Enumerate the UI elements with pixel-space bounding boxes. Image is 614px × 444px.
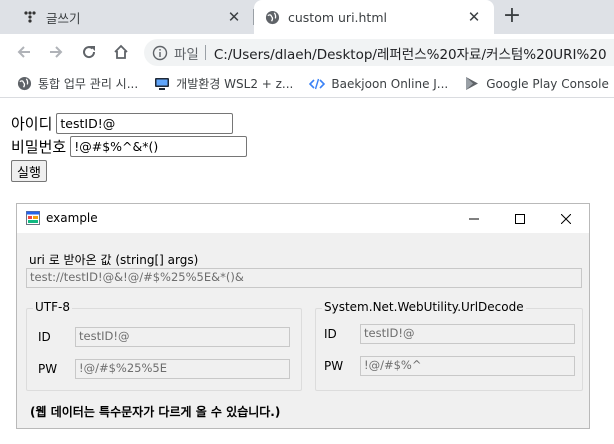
app-window-icon: [26, 211, 40, 225]
bookmarks-bar: 통합 업무 관리 시... 개발환경 WSL2 + z... Baekjoon …: [0, 70, 614, 98]
decode-pw-label: PW: [324, 359, 344, 373]
page-content: 아이디 비밀번호 실행 example uri 로 받아온 값 (string[…: [0, 99, 614, 444]
bookmark-label: Baekjoon Online J...: [331, 76, 449, 91]
tab-strip: 글쓰기 ✕ custom uri.html ✕ +: [0, 0, 614, 34]
info-icon[interactable]: [152, 45, 168, 61]
bookmark-item[interactable]: 개발환경 WSL2 + z...: [154, 75, 293, 92]
tab-title: 글쓰기: [46, 10, 81, 26]
minimize-icon[interactable]: [451, 204, 497, 233]
uri-value-field[interactable]: test://testID!@&!@/#$%25%5E&*()&: [26, 268, 582, 288]
tab-title: custom uri.html: [288, 9, 387, 25]
decode-id-field[interactable]: testID!@: [360, 324, 575, 344]
close-icon[interactable]: [543, 204, 589, 233]
dots-logo-icon: [22, 9, 38, 25]
urldecode-group-title: System.Net.WebUtility.UrlDecode: [322, 300, 526, 314]
home-icon[interactable]: [109, 40, 133, 64]
reload-icon[interactable]: [77, 40, 101, 64]
browser-toolbar: 파일 C:/Users/dlaeh/Desktop/레퍼런스%20자료/커스텀%…: [0, 34, 614, 70]
globe-icon: [16, 76, 32, 92]
id-label: 아이디: [11, 115, 53, 133]
play-console-icon: [464, 76, 480, 92]
bookmark-label: Google Play Console: [486, 76, 609, 91]
utf8-group-title: UTF-8: [33, 300, 72, 314]
bookmark-item[interactable]: Google Play Console: [464, 76, 609, 92]
tab-custom-uri[interactable]: custom uri.html ✕: [254, 0, 494, 34]
app-window: example uri 로 받아온 값 (string[] args) test…: [16, 203, 590, 429]
url-text: C:/Users/dlaeh/Desktop/레퍼런스%20자료/커스텀%20U…: [213, 46, 607, 63]
back-arrow-icon[interactable]: [12, 40, 36, 64]
utf8-pw-field[interactable]: !@/#$%25%5E: [75, 359, 290, 379]
address-bar[interactable]: 파일 C:/Users/dlaeh/Desktop/레퍼런스%20자료/커스텀%…: [144, 39, 614, 66]
uri-label: uri 로 받아온 값 (string[] args): [29, 253, 199, 267]
decode-pw-field[interactable]: !@/#$%^: [360, 356, 575, 376]
globe-icon: [264, 9, 280, 25]
close-icon[interactable]: ✕: [226, 9, 242, 25]
bookmark-item[interactable]: 통합 업무 관리 시...: [16, 75, 138, 92]
password-input[interactable]: [70, 136, 248, 157]
scheme-label: 파일: [174, 46, 199, 63]
run-button[interactable]: 실행: [11, 160, 47, 182]
password-row: 비밀번호: [11, 136, 248, 157]
address-divider: [204, 45, 206, 60]
new-tab-button[interactable]: +: [500, 5, 524, 29]
maximize-icon[interactable]: [497, 204, 543, 233]
decode-id-label: ID: [324, 327, 337, 341]
bookmark-label: 통합 업무 관리 시...: [38, 77, 139, 91]
urldecode-group: System.Net.WebUtility.UrlDecode ID testI…: [315, 300, 583, 391]
utf8-id-field[interactable]: testID!@: [75, 327, 290, 347]
bookmark-item[interactable]: Baekjoon Online J...: [309, 76, 448, 92]
utf8-group: UTF-8 ID testID!@ PW !@/#$%25%5E: [26, 300, 302, 391]
warning-note: (웹 데이터는 특수문자가 다르게 올 수 있습니다.): [30, 405, 281, 419]
close-icon[interactable]: ✕: [466, 9, 482, 25]
utf8-pw-label: PW: [38, 362, 58, 376]
tab-write[interactable]: 글쓰기 ✕: [0, 0, 254, 34]
forward-arrow-icon[interactable]: [44, 40, 68, 64]
bookmark-label: 개발환경 WSL2 + z...: [176, 77, 294, 91]
id-input[interactable]: [56, 113, 234, 134]
monitor-icon: [154, 76, 170, 92]
utf8-id-label: ID: [38, 330, 51, 344]
window-title: example: [46, 211, 98, 225]
password-label: 비밀번호: [11, 138, 67, 156]
window-body: uri 로 받아온 값 (string[] args) test://testI…: [17, 233, 589, 428]
code-brackets-icon: [309, 76, 326, 92]
id-row: 아이디: [11, 113, 234, 134]
window-titlebar: example: [17, 204, 589, 233]
